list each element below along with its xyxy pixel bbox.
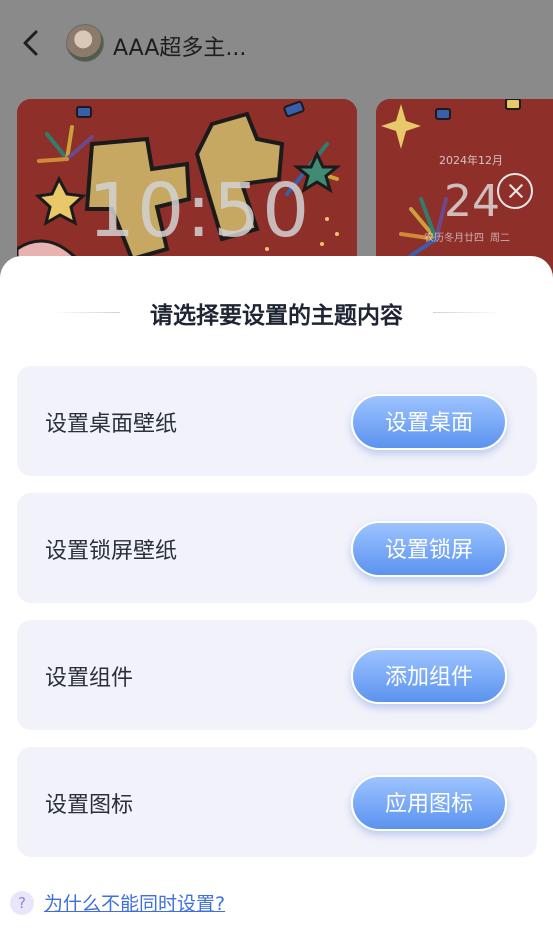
preview-calendar-day: 24	[444, 176, 500, 227]
preview-calendar-month: 2024年12月	[439, 154, 503, 167]
author-avatar[interactable]	[66, 24, 104, 62]
option-label: 设置锁屏壁纸	[45, 539, 178, 564]
why-not-simultaneous-link[interactable]: 为什么不能同时设置?	[44, 889, 225, 916]
close-icon[interactable]	[497, 173, 533, 209]
option-label: 设置桌面壁纸	[45, 412, 178, 437]
title-divider-right	[433, 312, 503, 313]
preview-clock-time: 10:50	[88, 168, 312, 254]
set-desktop-button[interactable]: 设置桌面	[351, 394, 507, 450]
preview-calendar-weekday: 周二	[490, 233, 510, 244]
chevron-left-icon	[23, 30, 38, 56]
option-widgets: 设置组件 添加组件	[17, 620, 537, 730]
option-desktop-wallpaper: 设置桌面壁纸 设置桌面	[17, 366, 537, 476]
back-button[interactable]	[14, 26, 48, 60]
sheet-header: 请选择要设置的主题内容	[0, 296, 553, 330]
apply-icons-button[interactable]: 应用图标	[351, 775, 507, 831]
author-name[interactable]: AAA超多主...	[113, 30, 246, 62]
top-bar: AAA超多主...	[0, 0, 553, 88]
option-label: 设置组件	[45, 666, 134, 691]
question-icon: ?	[10, 891, 34, 915]
option-icons: 设置图标 应用图标	[17, 747, 537, 857]
option-lockscreen-wallpaper: 设置锁屏壁纸 设置锁屏	[17, 493, 537, 603]
set-lockscreen-button[interactable]: 设置锁屏	[351, 521, 507, 577]
sheet-title: 请选择要设置的主题内容	[150, 303, 403, 329]
preview-calendar-lunar: 农历冬月廿四	[424, 233, 484, 244]
theme-settings-sheet: 请选择要设置的主题内容 设置桌面壁纸 设置桌面 设置锁屏壁纸 设置锁屏 设置组件…	[0, 256, 553, 931]
option-label: 设置图标	[45, 793, 134, 818]
add-widget-button[interactable]: 添加组件	[351, 648, 507, 704]
